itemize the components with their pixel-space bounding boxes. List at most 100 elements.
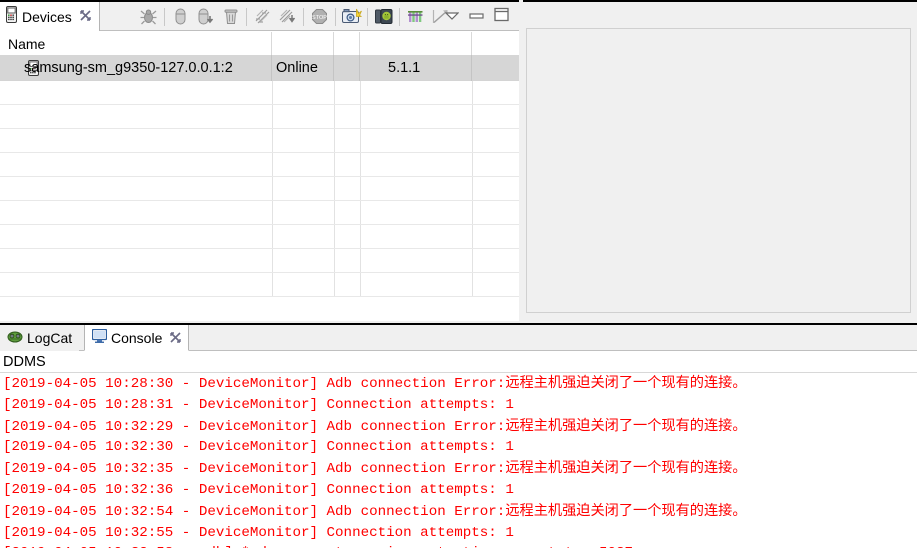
cell-device-blank	[334, 55, 360, 81]
table-row-empty[interactable]	[0, 81, 519, 105]
devices-view: Devices STOP Name samsung-sm_g9350-127.0…	[0, 0, 519, 321]
tab-logcat-label: LogCat	[27, 330, 73, 346]
tab-console-close-icon[interactable]	[170, 330, 182, 346]
column-divider	[472, 129, 473, 152]
log-line-text: [2019-04-05 10:32:55 - DeviceMonitor] Co…	[3, 524, 514, 541]
column-divider	[334, 177, 335, 200]
devices-table-header: Name	[0, 32, 519, 55]
log-line-message: 远程主机强迫关闭了一个现有的连接。	[505, 460, 747, 477]
column-header-blank[interactable]	[334, 32, 360, 55]
screen-capture-icon[interactable]	[339, 3, 364, 30]
cell-device-version-label: 5.1.1	[388, 60, 421, 76]
log-line: [2019-04-05 10:32:29 - DeviceMonitor] Ad…	[3, 416, 917, 438]
log-line: [2019-04-05 10:32:30 - DeviceMonitor] Co…	[3, 437, 917, 458]
log-line-text: [2019-04-05 10:32:35 - DeviceMonitor] Ad…	[3, 461, 506, 478]
column-divider	[272, 153, 273, 176]
toolbar-separator	[367, 7, 368, 26]
column-divider	[334, 129, 335, 152]
toolbar-separator	[399, 7, 400, 26]
cell-device-name: samsung-sm_g9350-127.0.0.1:2	[0, 55, 272, 81]
heap-dump-icon[interactable]	[168, 3, 193, 30]
minimize-icon[interactable]	[469, 8, 484, 26]
table-row-empty[interactable]	[0, 225, 519, 249]
cell-device-state-label: Online	[276, 60, 318, 76]
log-line-text: [2019-04-05 10:32:29 - DeviceMonitor] Ad…	[3, 418, 506, 435]
heap-dump-update-icon[interactable]	[193, 3, 218, 30]
table-row-empty[interactable]	[0, 201, 519, 225]
console-title: DDMS	[0, 352, 917, 373]
view-menu-icon[interactable]	[444, 8, 460, 26]
console-title-label: DDMS	[3, 354, 46, 370]
log-line: [2019-04-05 10:28:31 - DeviceMonitor] Co…	[3, 395, 917, 416]
log-line: [2019-04-05 10:32:54 - DeviceMonitor] Ad…	[3, 501, 917, 523]
log-line-message: 远程主机强迫关闭了一个现有的连接。	[505, 417, 747, 434]
threads-update-icon[interactable]	[275, 3, 300, 30]
column-divider	[334, 201, 335, 224]
toolbar-separator	[246, 7, 247, 26]
log-lines-container: [2019-04-05 10:28:30 - DeviceMonitor] Ad…	[3, 373, 917, 548]
log-line-text: [2019-04-05 10:32:30 - DeviceMonitor] Co…	[3, 439, 514, 456]
stop-process-icon[interactable]: STOP	[307, 3, 332, 30]
column-header-extra[interactable]	[472, 32, 519, 55]
console-output[interactable]: [2019-04-05 10:28:30 - DeviceMonitor] Ad…	[0, 373, 917, 548]
right-panel-tabstrip	[523, 2, 917, 28]
table-row-empty[interactable]	[0, 129, 519, 153]
svg-text:STOP: STOP	[312, 15, 327, 21]
toolbar-separator	[303, 7, 304, 26]
table-row[interactable]: samsung-sm_g9350-127.0.0.1:2 Online 5.1.…	[0, 55, 519, 81]
console-icon	[91, 328, 108, 346]
column-divider	[472, 81, 473, 104]
log-line: [2019-04-05 10:28:30 - DeviceMonitor] Ad…	[3, 373, 917, 395]
log-line: [2019-04-05 10:32:35 - DeviceMonitor] Ad…	[3, 458, 917, 480]
toolbar-separator	[335, 7, 336, 26]
column-divider	[272, 177, 273, 200]
table-row-empty[interactable]	[0, 273, 519, 297]
top-area: Devices STOP Name samsung-sm_g9350-127.0…	[0, 0, 917, 321]
log-line: [2019-04-05 10:32:36 - DeviceMonitor] Co…	[3, 480, 917, 501]
column-divider	[360, 225, 361, 248]
column-divider	[360, 201, 361, 224]
table-row-empty[interactable]	[0, 153, 519, 177]
column-divider	[272, 129, 273, 152]
column-divider	[272, 273, 273, 296]
tab-console[interactable]: Console	[84, 325, 190, 351]
column-divider	[334, 273, 335, 296]
cause-gc-trash-icon[interactable]	[218, 3, 243, 30]
column-divider	[272, 201, 273, 224]
table-row-empty[interactable]	[0, 105, 519, 129]
column-header-version[interactable]	[360, 32, 472, 55]
tab-devices-close-icon[interactable]	[80, 10, 91, 23]
column-divider	[472, 105, 473, 128]
empty-rows-container	[0, 81, 519, 297]
column-divider	[472, 249, 473, 272]
log-line-text: [2019-04-05 10:28:31 - DeviceMonitor] Co…	[3, 396, 514, 413]
threads-icon[interactable]	[250, 3, 275, 30]
tab-devices[interactable]: Devices	[0, 2, 100, 31]
column-divider	[272, 105, 273, 128]
right-panel-content	[526, 28, 911, 313]
system-information-icon[interactable]	[403, 3, 428, 30]
maximize-icon[interactable]	[494, 7, 509, 27]
dump-view-hierarchy-icon[interactable]	[371, 3, 396, 30]
column-divider	[272, 249, 273, 272]
column-header-state[interactable]	[272, 32, 334, 55]
column-divider	[334, 249, 335, 272]
log-line-message: 远程主机强迫关闭了一个现有的连接。	[505, 375, 747, 391]
devices-table: Name samsung-sm_g9350-127.0.0.1:2 Online…	[0, 32, 519, 321]
log-line-text: [2019-04-05 10:28:30 - DeviceMonitor] Ad…	[3, 376, 506, 392]
cell-device-name-label: samsung-sm_g9350-127.0.0.1:2	[24, 60, 233, 76]
column-header-name[interactable]: Name	[0, 32, 272, 55]
column-divider	[334, 225, 335, 248]
phone-icon	[6, 5, 17, 28]
column-divider	[360, 273, 361, 296]
log-line-text: [2019-04-05 10:32:54 - DeviceMonitor] Ad…	[3, 503, 506, 520]
table-row-empty[interactable]	[0, 177, 519, 201]
column-divider	[360, 153, 361, 176]
log-line-message: 远程主机强迫关闭了一个现有的连接。	[505, 502, 747, 519]
column-divider	[360, 249, 361, 272]
column-divider	[334, 153, 335, 176]
tab-console-label: Console	[111, 329, 163, 346]
debug-process-icon[interactable]	[136, 3, 161, 30]
table-row-empty[interactable]	[0, 249, 519, 273]
tab-logcat[interactable]: LogCat	[0, 325, 80, 351]
